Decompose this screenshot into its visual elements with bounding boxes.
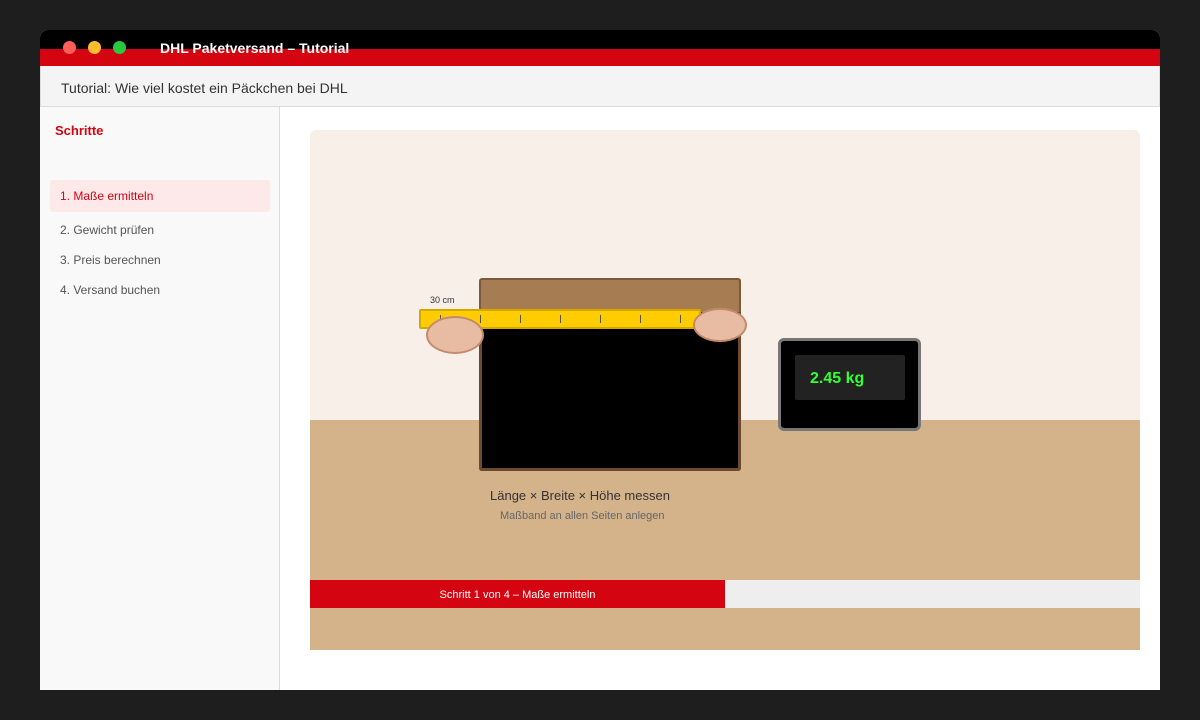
- step-caption: Länge × Breite × Höhe messen: [490, 488, 670, 503]
- sidebar-item-step-3[interactable]: 3. Preis berechnen: [50, 244, 270, 276]
- maximize-window-button[interactable]: [113, 41, 126, 54]
- digital-scale: 2.45 kg: [778, 338, 921, 431]
- close-window-button[interactable]: [63, 41, 76, 54]
- tape-tick: [560, 315, 561, 323]
- sidebar-heading: Schritte: [55, 123, 104, 138]
- tape-measure-label: 30 cm: [430, 295, 455, 305]
- weight-readout: 2.45 kg: [810, 370, 865, 387]
- left-hand: [426, 316, 484, 354]
- window-title: DHL Paketversand – Tutorial: [160, 40, 350, 56]
- sidebar-item-step-1[interactable]: 1. Maße ermitteln: [50, 180, 270, 212]
- progress-bar: Schritt 1 von 4 – Maße ermitteln: [310, 580, 1140, 608]
- app-window: DHL Paketversand – Tutorial Tutorial: Wi…: [40, 30, 1160, 690]
- tape-tick: [640, 315, 641, 323]
- title-bar: DHL Paketversand – Tutorial: [40, 30, 1160, 66]
- tape-tick: [600, 315, 601, 323]
- sidebar-item-step-2[interactable]: 2. Gewicht prüfen: [50, 214, 270, 246]
- right-hand: [693, 308, 747, 342]
- steps-sidebar: Schritte 1. Maße ermitteln 2. Gewicht pr…: [40, 107, 280, 690]
- tutorial-header: Tutorial: Wie viel kostet ein Päckchen b…: [40, 66, 1160, 107]
- sidebar-item-step-4[interactable]: 4. Versand buchen: [50, 274, 270, 306]
- tape-tick: [520, 315, 521, 323]
- package-lid: [479, 278, 741, 312]
- minimize-window-button[interactable]: [88, 41, 101, 54]
- tutorial-illustration: 30 cm 2.45 kg Länge × Breite × Höhe mess…: [310, 130, 1140, 650]
- tape-tick: [480, 315, 481, 323]
- tutorial-title: Tutorial: Wie viel kostet ein Päckchen b…: [61, 80, 348, 96]
- step-subcaption: Maßband an allen Seiten anlegen: [500, 510, 665, 522]
- progress-fill: Schritt 1 von 4 – Maße ermitteln: [310, 580, 725, 608]
- tape-tick: [680, 315, 681, 323]
- scale-display: 2.45 kg: [795, 355, 905, 400]
- progress-label: Schritt 1 von 4 – Maße ermitteln: [439, 589, 596, 601]
